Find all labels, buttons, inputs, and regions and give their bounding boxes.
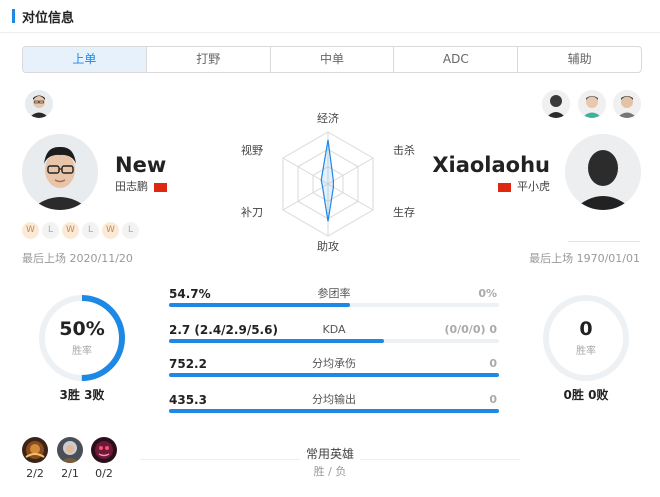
left-player-thumb[interactable] — [25, 90, 53, 118]
stat-bar-fill — [169, 373, 499, 377]
radar-label: 视野 — [241, 143, 263, 157]
common-heroes-subtitle: 胜 / 负 — [313, 465, 347, 478]
left-winrate-label: 胜率 — [72, 346, 92, 357]
stat-right-value: 0% — [478, 287, 497, 300]
right-record: 0胜 0败 — [563, 388, 609, 402]
radar-label: 助攻 — [317, 239, 339, 253]
right-winrate-label: 胜率 — [576, 346, 596, 357]
radar-label: 补刀 — [241, 206, 263, 219]
right-player-thumb-1[interactable] — [542, 90, 570, 118]
common-heroes-title: 常用英雄 — [305, 447, 354, 461]
stat-bar-track — [169, 409, 499, 413]
stat-bar-track — [169, 339, 499, 343]
section-title: 对位信息 — [22, 10, 75, 26]
tab-mid[interactable]: 中单 — [271, 47, 395, 72]
stat-right-value: 0 — [489, 393, 497, 406]
form-loss-badge: L — [42, 222, 59, 239]
right-winrate: 0 — [579, 318, 593, 340]
left-record: 3胜 3败 — [59, 388, 105, 402]
section-accent-bar — [12, 9, 15, 23]
china-flag-icon — [154, 182, 167, 192]
form-win-badge: W — [102, 222, 119, 239]
stat-bar-track — [169, 373, 499, 377]
form-win-badge: W — [62, 222, 79, 239]
stat-row-kda: 2.7 (2.4/2.9/5.6) KDA (0/0/0) 0 — [169, 323, 499, 345]
stat-label: 分均输出 — [312, 393, 356, 406]
tab-support[interactable]: 辅助 — [518, 47, 641, 72]
stat-row-teamfight: 54.7% 参团率 0% — [169, 287, 499, 309]
china-flag-icon — [498, 182, 511, 192]
right-player-avatar — [565, 134, 641, 210]
section-header: 对位信息 — [12, 8, 75, 26]
left-player-name: New — [115, 153, 167, 177]
right-last-played: 最后上场 1970/01/01 — [529, 252, 640, 265]
right-player-thumb-3[interactable] — [613, 90, 641, 118]
stat-bar-fill — [169, 303, 350, 307]
stat-right-value: (0/0/0) 0 — [444, 323, 497, 336]
radar-label: 生存 — [393, 205, 415, 219]
left-player-realname: 田志鹏 — [115, 180, 167, 194]
radar-chart: 经济击杀生存助攻 补刀 视野 — [241, 111, 415, 253]
form-win-badge: W — [22, 222, 39, 239]
stat-label: 参团率 — [317, 287, 351, 300]
tab-adc[interactable]: ADC — [394, 47, 519, 72]
stat-bar-fill — [169, 409, 499, 413]
left-winrate-ring: 50% 胜率 — [36, 292, 128, 384]
right-player-realname-text: 平小虎 — [517, 180, 550, 193]
left-winrate: 50% — [59, 318, 105, 340]
stat-right-value: 0 — [489, 357, 497, 370]
stat-row-damage-taken: 752.2 分均承伤 0 — [169, 357, 499, 379]
form-loss-badge: L — [122, 222, 139, 239]
right-player-name: Xiaolaohu — [432, 153, 550, 177]
divider — [0, 32, 660, 33]
stat-bar-track — [169, 303, 499, 307]
stat-label: 分均承伤 — [312, 357, 356, 370]
stat-bar-fill — [169, 339, 384, 343]
tab-jungle[interactable]: 打野 — [147, 47, 271, 72]
left-player-realname-text: 田志鹏 — [115, 180, 148, 193]
left-player-recent-form: WLWLWL — [22, 222, 139, 239]
role-tabs: 上单 打野 中单 ADC 辅助 — [22, 46, 642, 73]
right-winrate-ring: 0 胜率 — [540, 292, 632, 384]
stat-row-damage-dealt: 435.3 分均输出 0 — [169, 393, 499, 415]
right-player-recent-form — [568, 241, 640, 242]
right-player-realname: 平小虎 — [498, 180, 550, 194]
tab-top[interactable]: 上单 — [23, 47, 147, 72]
form-loss-badge: L — [82, 222, 99, 239]
radar-label: 经济 — [317, 111, 339, 125]
left-player-avatar — [22, 134, 98, 210]
right-player-thumb-2[interactable] — [578, 90, 606, 118]
left-last-played: 最后上场 2020/11/20 — [22, 252, 133, 265]
radar-label: 击杀 — [393, 143, 415, 157]
